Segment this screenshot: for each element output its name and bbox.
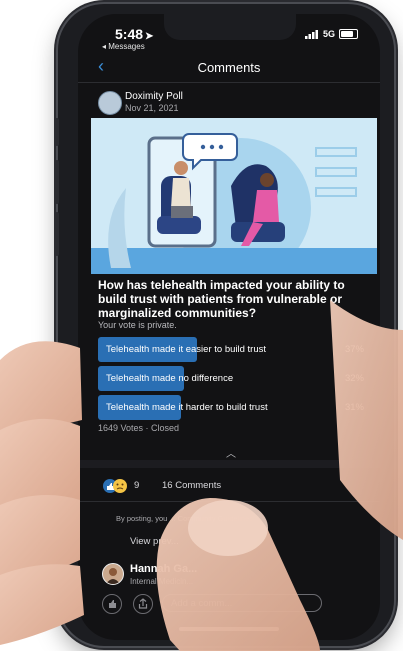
privacy-note: Your vote is private.	[98, 320, 177, 330]
community-guidelines-notice[interactable]: By posting, you ... Community Guidelines	[116, 514, 253, 523]
volume-down-button	[55, 212, 59, 256]
poll-option-percent: 31%	[344, 402, 364, 413]
divider	[78, 82, 380, 83]
poll-option-label: Telehealth made it harder to build trust	[106, 402, 268, 413]
poll-option[interactable]: Telehealth made it easier to build trust…	[98, 337, 366, 362]
like-icon	[109, 600, 116, 608]
author-avatar[interactable]	[98, 91, 122, 115]
poll-option-percent: 32%	[344, 373, 364, 384]
poll-option[interactable]: Telehealth made no difference 32%	[98, 366, 366, 391]
notch	[164, 14, 296, 40]
poll-option-percent: 37%	[344, 344, 364, 355]
like-button[interactable]	[102, 594, 122, 614]
comment-author-role: Internal Medicin...	[130, 577, 194, 586]
comments-count[interactable]: 16 Comments	[162, 480, 221, 491]
volume-up-button	[55, 160, 59, 204]
phone-screen: 5:48 ➤ ◂ Messages 5G ‹ Comments Doximity …	[78, 14, 380, 640]
nav-bar: ‹ Comments	[78, 54, 380, 80]
back-to-messages-link[interactable]: ◂ Messages	[102, 42, 145, 51]
poll-question: How has telehealth impacted your ability…	[98, 278, 345, 320]
reaction-icons[interactable]	[102, 478, 128, 494]
post-date: Nov 21, 2021	[125, 103, 179, 113]
share-button[interactable]	[133, 594, 153, 614]
section-divider	[78, 460, 380, 468]
post-author[interactable]: Doximity Poll	[125, 91, 183, 102]
status-indicators: 5G	[304, 29, 358, 39]
avatar[interactable]	[102, 563, 124, 585]
signal-icon	[304, 29, 318, 39]
network-label: 5G	[322, 29, 335, 39]
reactions-count: 9	[134, 480, 140, 491]
page-title: Comments	[197, 60, 261, 75]
poll-votes-status: 1649 Votes · Closed	[98, 423, 180, 433]
comment-author[interactable]: Hannah Ga...	[130, 563, 197, 575]
poll-option-label: Telehealth made it easier to build trust	[106, 344, 267, 355]
battery-icon	[339, 29, 358, 39]
comment-input[interactable]	[162, 594, 322, 612]
view-previous-comments[interactable]: View prev...	[130, 536, 179, 547]
chevron-up-icon[interactable]: ︿	[226, 445, 236, 460]
poll-option-label: Telehealth made no difference	[106, 373, 234, 384]
home-indicator	[179, 627, 279, 631]
share-icon	[138, 598, 148, 609]
poll-option[interactable]: Telehealth made it harder to build trust…	[98, 395, 366, 420]
telehealth-illustration	[91, 118, 377, 274]
divider	[78, 501, 380, 502]
arrow-icon: ➤	[145, 31, 154, 42]
status-time: 5:48 ➤	[115, 26, 154, 42]
mute-switch	[55, 118, 59, 146]
